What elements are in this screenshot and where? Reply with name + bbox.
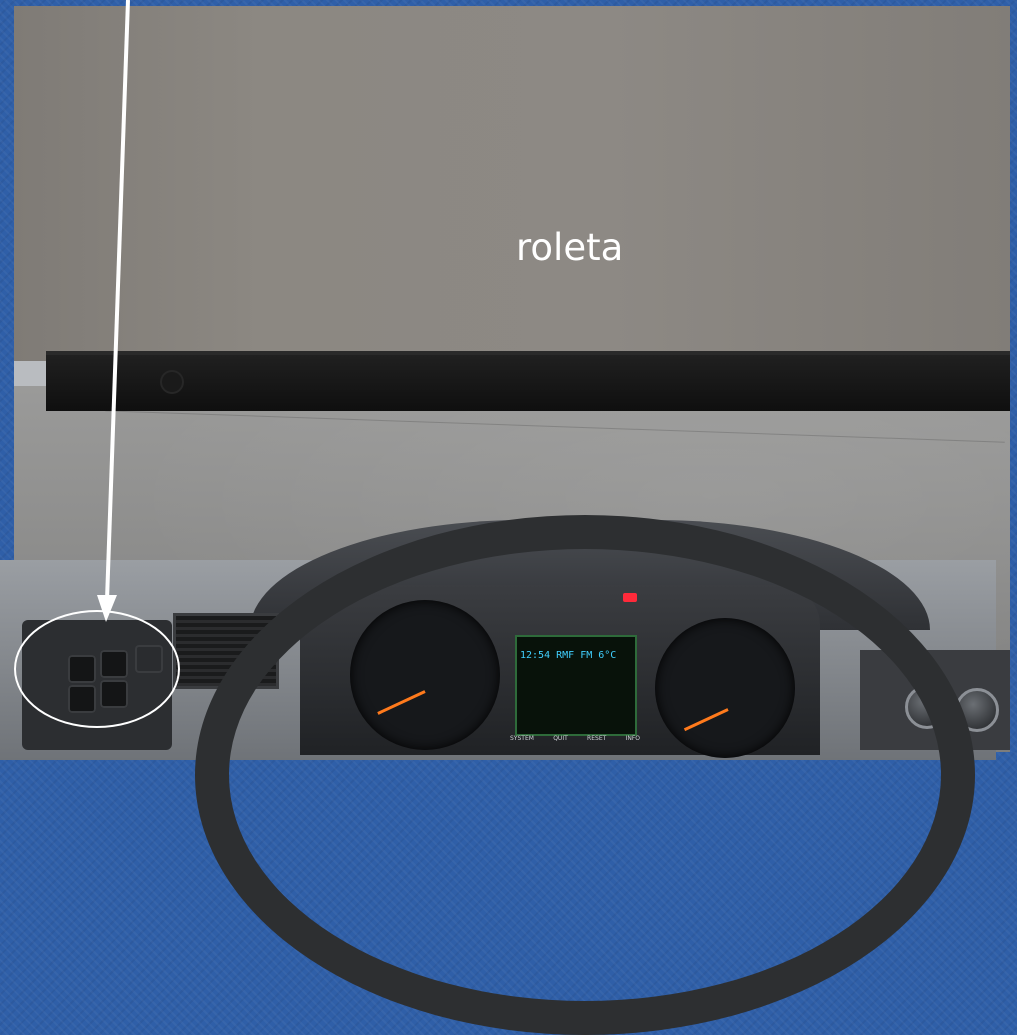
pointer-arrow	[97, 0, 130, 622]
arrow-head	[97, 595, 117, 622]
arrow-shaft	[105, 0, 130, 601]
